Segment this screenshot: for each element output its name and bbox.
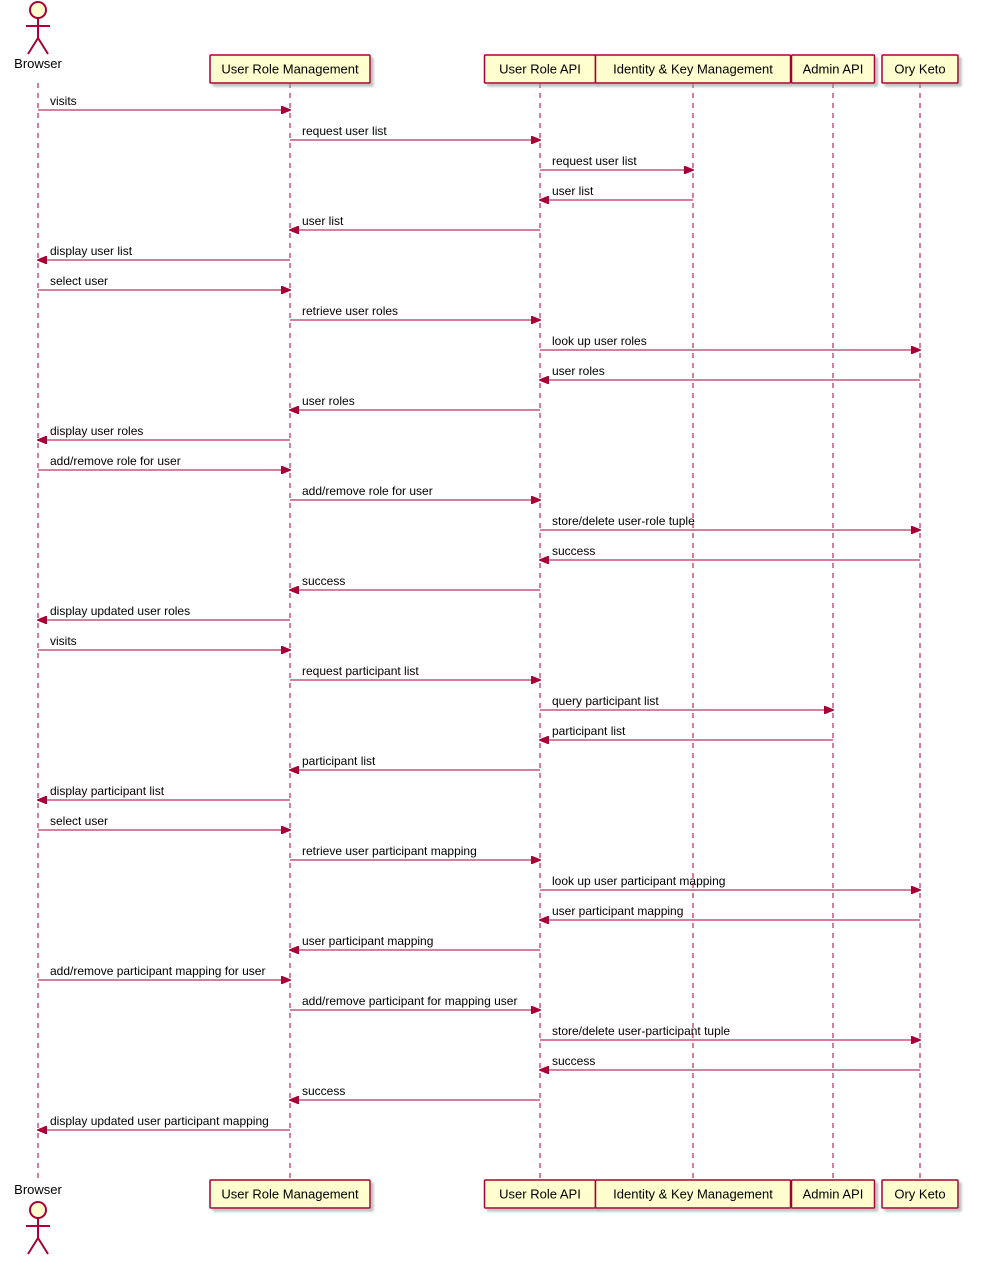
message-label: retrieve user roles bbox=[302, 304, 398, 318]
message-label: store/delete user-participant tuple bbox=[552, 1024, 730, 1038]
message-label: display participant list bbox=[50, 784, 165, 798]
message-label: visits bbox=[50, 94, 77, 108]
message-label: user participant mapping bbox=[302, 934, 433, 948]
message-label: request user list bbox=[302, 124, 387, 138]
message-label: look up user roles bbox=[552, 334, 647, 348]
participant-label-keto: Ory Keto bbox=[894, 1186, 945, 1201]
message-label: store/delete user-role tuple bbox=[552, 514, 695, 528]
participant-label-ikm: Identity & Key Management bbox=[613, 61, 773, 76]
message-label: participant list bbox=[552, 724, 626, 738]
message-label: look up user participant mapping bbox=[552, 874, 725, 888]
participant-label-keto: Ory Keto bbox=[894, 61, 945, 76]
participant-label-urm: User Role Management bbox=[221, 61, 359, 76]
message-label: display updated user participant mapping bbox=[50, 1114, 269, 1128]
participant-label-ura: User Role API bbox=[499, 1186, 581, 1201]
message-label: user list bbox=[302, 214, 344, 228]
actor-head-icon bbox=[30, 1202, 46, 1218]
actor-leg-icon bbox=[38, 38, 48, 54]
participant-label-admin: Admin API bbox=[803, 61, 864, 76]
message-label: add/remove role for user bbox=[50, 454, 181, 468]
message-label: user participant mapping bbox=[552, 904, 683, 918]
actor-label-browser-bottom: Browser bbox=[14, 1182, 62, 1197]
participant-label-ikm: Identity & Key Management bbox=[613, 1186, 773, 1201]
message-label: select user bbox=[50, 274, 108, 288]
message-label: user list bbox=[552, 184, 594, 198]
message-label: display updated user roles bbox=[50, 604, 190, 618]
message-label: add/remove participant mapping for user bbox=[50, 964, 265, 978]
message-label: user roles bbox=[552, 364, 605, 378]
message-label: add/remove role for user bbox=[302, 484, 433, 498]
message-label: request participant list bbox=[302, 664, 419, 678]
message-label: retrieve user participant mapping bbox=[302, 844, 477, 858]
participant-label-admin: Admin API bbox=[803, 1186, 864, 1201]
message-label: success bbox=[302, 1084, 345, 1098]
participant-label-ura: User Role API bbox=[499, 61, 581, 76]
message-label: success bbox=[552, 544, 595, 558]
message-label: display user roles bbox=[50, 424, 143, 438]
message-label: query participant list bbox=[552, 694, 659, 708]
message-label: success bbox=[302, 574, 345, 588]
sequence-diagram: Browser User Role Management User Role API… bbox=[0, 0, 994, 1270]
message-label: user roles bbox=[302, 394, 355, 408]
message-label: success bbox=[552, 1054, 595, 1068]
message-label: display user list bbox=[50, 244, 133, 258]
message-label: visits bbox=[50, 634, 77, 648]
message-label: participant list bbox=[302, 754, 376, 768]
participant-label-urm: User Role Management bbox=[221, 1186, 359, 1201]
message-label: add/remove participant for mapping user bbox=[302, 994, 517, 1008]
message-label: select user bbox=[50, 814, 108, 828]
actor-head-icon bbox=[30, 2, 46, 18]
actor-label-browser: Browser bbox=[14, 56, 62, 71]
actor-leg-icon bbox=[28, 1238, 38, 1254]
message-label: request user list bbox=[552, 154, 637, 168]
actor-leg-icon bbox=[38, 1238, 48, 1254]
actor-leg-icon bbox=[28, 38, 38, 54]
